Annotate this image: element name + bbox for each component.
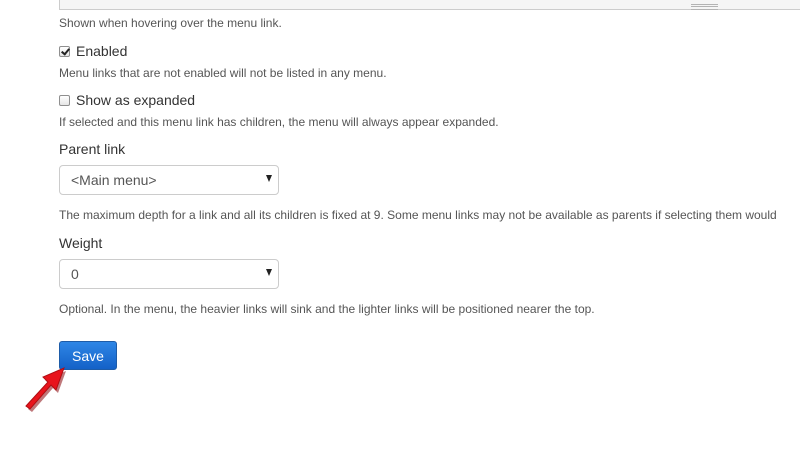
parent-link-label: Parent link: [59, 141, 126, 157]
expanded-checkbox-row[interactable]: Show as expanded: [59, 92, 195, 108]
enabled-checkbox-row[interactable]: Enabled: [59, 43, 127, 59]
expanded-checkbox[interactable]: [59, 94, 70, 106]
weight-label: Weight: [59, 235, 103, 251]
chevron-down-icon: [266, 269, 272, 276]
enabled-label[interactable]: Enabled: [76, 43, 127, 59]
weight-select[interactable]: 0: [59, 259, 279, 289]
red-pointer-arrow-icon: [25, 367, 66, 412]
enabled-checkbox[interactable]: [59, 45, 70, 57]
weight-selected-value: 0: [71, 266, 79, 282]
enabled-description: Menu links that are not enabled will not…: [59, 66, 387, 80]
parent-link-selected-value: <Main menu>: [71, 172, 157, 188]
description-textarea-bottom[interactable]: [59, 0, 800, 10]
parent-link-select[interactable]: <Main menu>: [59, 165, 279, 195]
expanded-label[interactable]: Show as expanded: [76, 92, 195, 108]
weight-description: Optional. In the menu, the heavier links…: [59, 302, 595, 316]
parent-link-description: The maximum depth for a link and all its…: [59, 208, 777, 222]
chevron-down-icon: [266, 175, 272, 182]
resize-grip-icon[interactable]: [691, 4, 718, 10]
expanded-description: If selected and this menu link has child…: [59, 115, 499, 129]
title-field-description: Shown when hovering over the menu link.: [59, 16, 282, 30]
